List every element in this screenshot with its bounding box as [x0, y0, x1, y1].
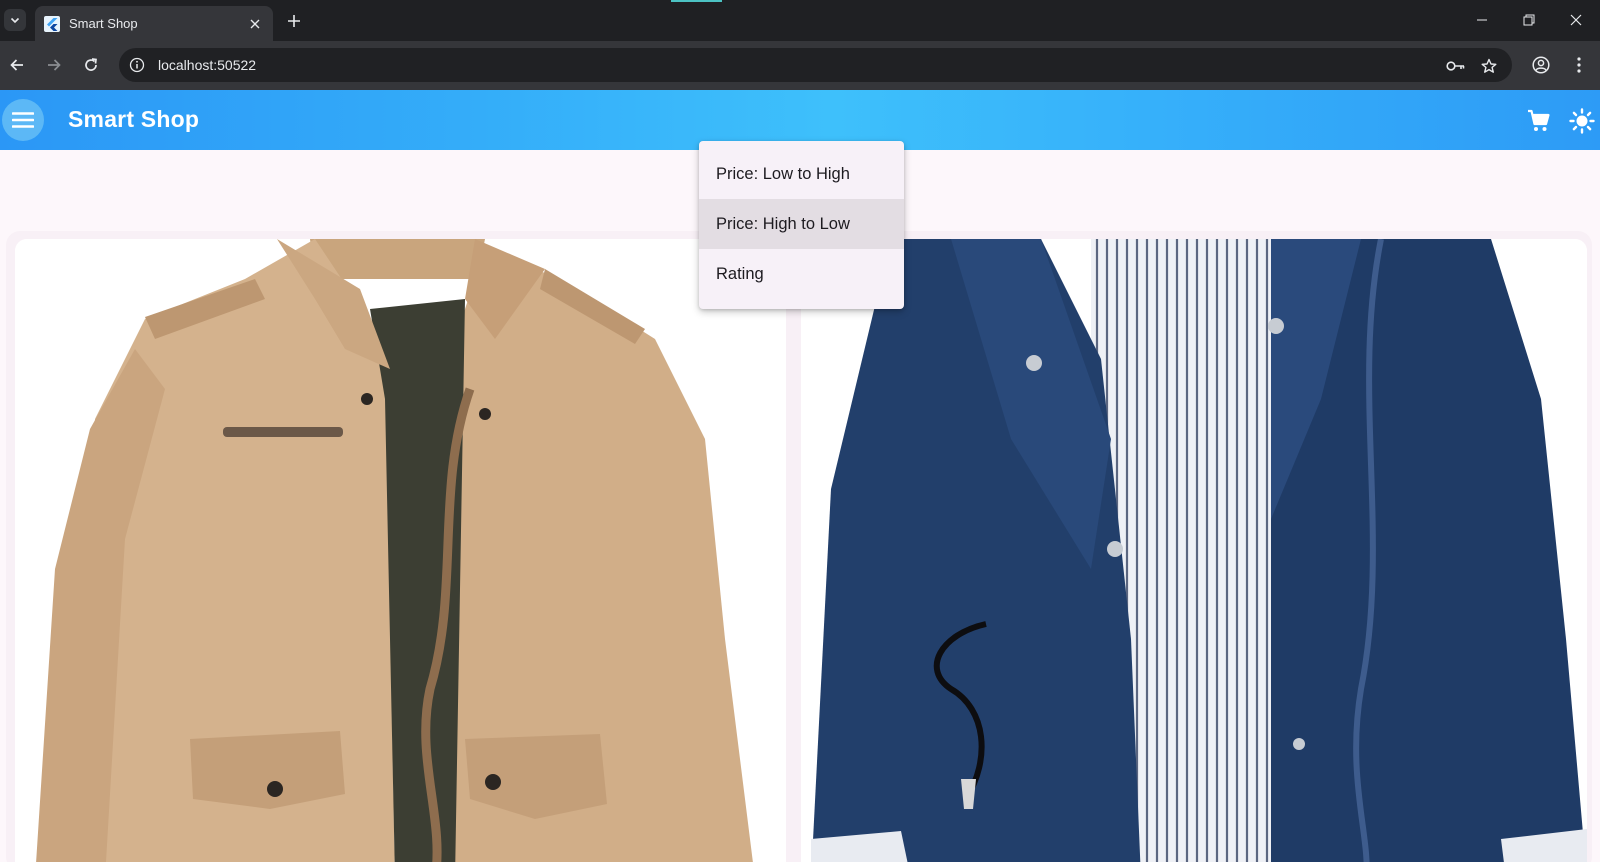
bookmark-star-icon[interactable]	[1479, 56, 1499, 76]
sort-option-label: Price: Low to High	[716, 164, 850, 183]
khaki-jacket-image	[15, 239, 786, 862]
light-mode-icon[interactable]	[1568, 107, 1596, 135]
sort-option-label: Rating	[716, 264, 764, 283]
product-grid	[6, 231, 1592, 862]
browser-titlebar: Smart Shop	[0, 0, 1600, 41]
navy-jacket-image	[801, 239, 1587, 862]
profile-icon[interactable]	[1530, 54, 1552, 76]
tab-title: Smart Shop	[69, 16, 138, 31]
browser-toolbar: localhost:50522	[0, 41, 1600, 90]
url-text: localhost:50522	[158, 57, 257, 73]
sort-option-price-low-high[interactable]: Price: Low to High	[699, 149, 904, 199]
restore-icon[interactable]	[1519, 10, 1539, 30]
tab-drag-indicator	[671, 0, 722, 2]
menu-icon[interactable]	[2, 99, 44, 141]
browser-tab[interactable]: Smart Shop	[35, 6, 273, 41]
product-card-khaki-jacket[interactable]	[15, 239, 786, 862]
password-key-icon[interactable]	[1446, 56, 1466, 76]
more-menu-icon[interactable]	[1568, 54, 1590, 76]
sort-option-price-high-low[interactable]: Price: High to Low	[699, 199, 904, 249]
product-card-navy-jacket[interactable]	[801, 239, 1587, 862]
sort-option-rating[interactable]: Rating	[699, 249, 904, 299]
address-bar[interactable]: localhost:50522	[119, 48, 1512, 82]
app-title: Smart Shop	[68, 106, 200, 132]
reload-icon[interactable]	[80, 54, 102, 76]
close-window-icon[interactable]	[1566, 10, 1586, 30]
new-tab-icon[interactable]	[284, 11, 304, 31]
forward-icon[interactable]	[43, 54, 65, 76]
site-info-icon[interactable]	[128, 56, 146, 74]
tab-search-icon[interactable]	[4, 9, 26, 31]
flutter-favicon-icon	[44, 15, 60, 32]
sort-dropdown-menu: Price: Low to High Price: High to Low Ra…	[699, 141, 904, 309]
minimize-icon[interactable]	[1472, 10, 1492, 30]
sort-option-label: Price: High to Low	[716, 214, 850, 233]
tab-close-icon[interactable]	[247, 16, 263, 32]
back-icon[interactable]	[6, 54, 28, 76]
cart-icon[interactable]	[1525, 107, 1553, 135]
